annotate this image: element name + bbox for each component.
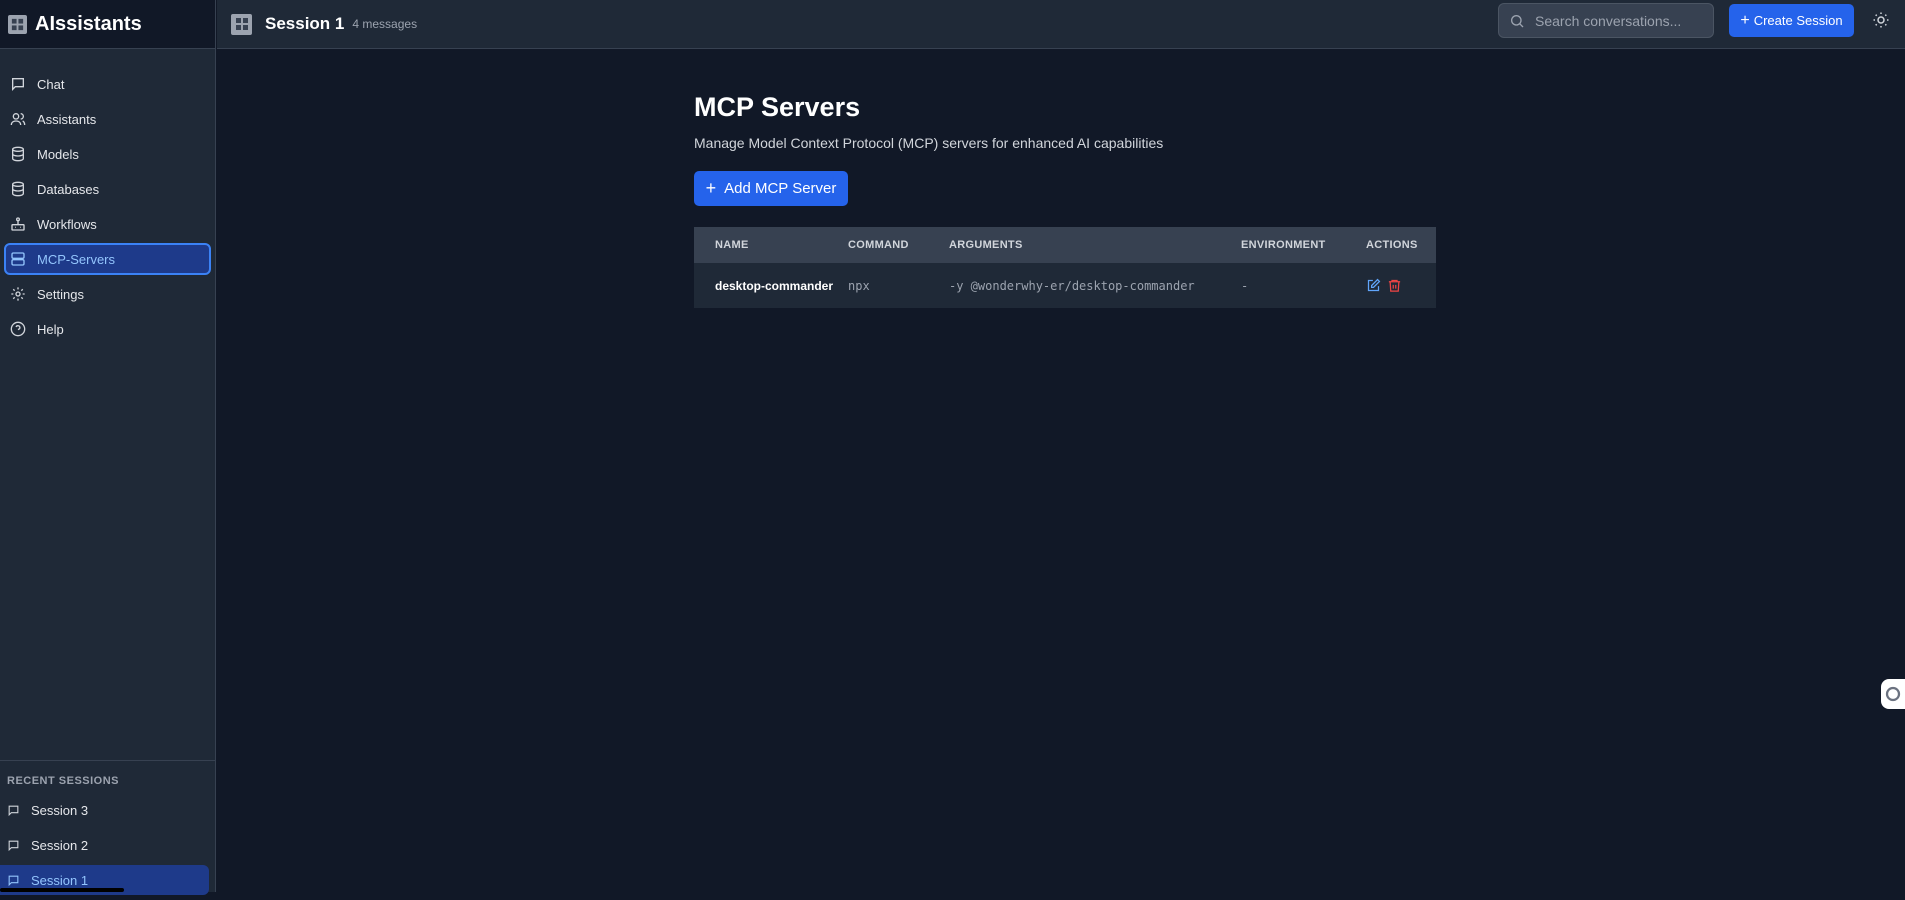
nav-item-label: Workflows: [37, 216, 97, 232]
nav-item-settings[interactable]: Settings: [4, 278, 211, 310]
nav-item-assistants[interactable]: Assistants: [4, 103, 211, 135]
session-title: Session 1: [265, 14, 345, 33]
help-icon: [10, 321, 26, 337]
chat-icon: [12, 78, 24, 91]
column-header-command: COMMAND: [848, 239, 909, 251]
database-icon: [12, 181, 24, 197]
session-item-label: Session 2: [31, 837, 89, 853]
message-count: 4 messages: [352, 17, 418, 31]
create-session-label: Create Session: [1753, 13, 1843, 28]
workflow-icon: [11, 217, 25, 231]
nav-item-help[interactable]: Help: [4, 313, 211, 345]
brand: AIssistants: [0, 0, 215, 49]
add-mcp-server-label: Add MCP Server: [724, 180, 837, 197]
gear-icon: [11, 287, 25, 301]
app-logo-icon: [8, 14, 27, 34]
widget-icon: [1885, 686, 1901, 702]
page-description: Manage Model Context Protocol (MCP) serv…: [694, 135, 1164, 151]
nav-item-label: Databases: [37, 181, 100, 197]
server-icon: [11, 252, 25, 266]
nav-item-label: Chat: [37, 76, 65, 92]
server-arguments: -y @wonderwhy-er/desktop-commander: [949, 278, 1195, 293]
recent-sessions: RECENT SESSIONS Session 3 Session 2 Sess…: [0, 760, 215, 900]
server-name: desktop-commander: [715, 278, 834, 293]
nav-item-label: Settings: [37, 286, 84, 302]
session-item-2[interactable]: Session 2: [0, 830, 209, 860]
nav-item-label: MCP-Servers: [37, 251, 116, 267]
server-environment: -: [1241, 278, 1249, 293]
search-box[interactable]: [1498, 3, 1714, 38]
chat-icon: [8, 840, 19, 851]
column-header-environment: ENVIRONMENT: [1241, 239, 1326, 251]
nav-item-label: Models: [37, 146, 79, 162]
column-header-arguments: ARGUMENTS: [949, 239, 1023, 251]
nav-item-databases[interactable]: Databases: [4, 173, 211, 205]
create-session-button[interactable]: + Create Session: [1729, 4, 1854, 37]
sun-icon[interactable]: [1872, 11, 1890, 29]
column-header-name: NAME: [715, 239, 749, 251]
session-item-label: Session 3: [31, 802, 89, 818]
search-icon: [1511, 14, 1524, 27]
top-bar: Session 1 4 messages + Create Session: [217, 0, 1905, 49]
sidebar: AIssistants Chat Assistants Models Datab…: [0, 0, 216, 895]
column-header-actions: ACTIONS: [1366, 239, 1418, 251]
server-actions: [1366, 263, 1436, 308]
table-header-row: NAME COMMAND ARGUMENTS ENVIRONMENT ACTIO…: [694, 227, 1436, 263]
trash-icon[interactable]: [1387, 278, 1402, 293]
nav-item-mcp-servers[interactable]: MCP-Servers: [4, 243, 211, 275]
add-mcp-server-button[interactable]: + Add MCP Server: [694, 171, 848, 206]
table-row: desktop-commander npx -y @wonderwhy-er/d…: [694, 263, 1436, 308]
chat-icon: [8, 805, 19, 816]
nav-item-label: Help: [37, 321, 64, 337]
main-content: MCP Servers Manage Model Context Protoco…: [694, 92, 1436, 308]
nav-item-label: Assistants: [37, 111, 97, 127]
search-input[interactable]: [1535, 12, 1695, 29]
session-item-3[interactable]: Session 3: [0, 795, 209, 825]
nav-item-models[interactable]: Models: [4, 138, 211, 170]
mcp-servers-table: NAME COMMAND ARGUMENTS ENVIRONMENT ACTIO…: [694, 227, 1436, 308]
chat-icon: [8, 875, 19, 886]
page-title: MCP Servers: [694, 92, 861, 122]
recent-sessions-header: RECENT SESSIONS: [7, 775, 120, 787]
users-icon: [10, 113, 26, 126]
server-command: npx: [848, 278, 870, 293]
nav-item-chat[interactable]: Chat: [4, 68, 211, 100]
edit-icon[interactable]: [1366, 278, 1381, 293]
plus-icon: +: [1740, 11, 1750, 29]
bottom-scroll-indicator: [0, 888, 124, 892]
app-name: AIssistants: [35, 12, 142, 35]
database-icon: [12, 146, 24, 162]
session-item-label: Session 1: [31, 872, 89, 888]
plus-icon: +: [705, 178, 717, 198]
floating-widget-button[interactable]: [1881, 679, 1905, 709]
nav-item-workflows[interactable]: Workflows: [4, 208, 211, 240]
session-avatar-icon: [231, 13, 252, 35]
main-nav: Chat Assistants Models Databases Workflo…: [0, 49, 215, 345]
